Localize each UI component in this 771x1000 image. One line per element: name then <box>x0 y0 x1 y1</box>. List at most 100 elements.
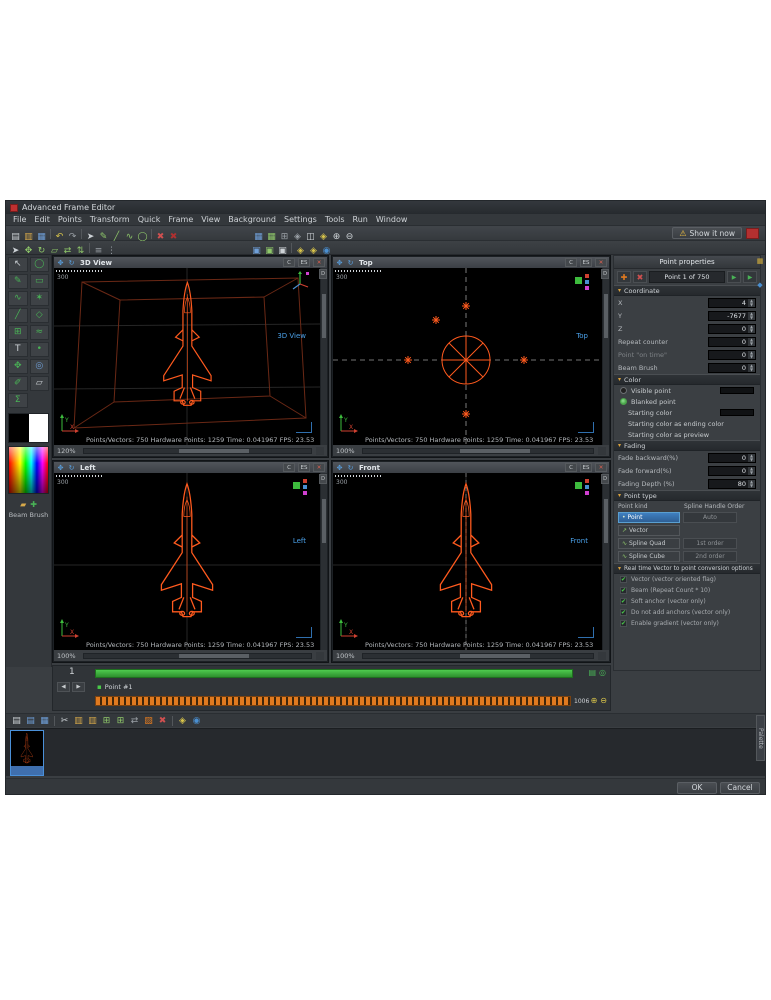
visible-point-radio[interactable] <box>620 387 627 394</box>
copy-icon[interactable]: ▥ <box>72 715 85 727</box>
es-button[interactable]: ES <box>580 258 592 267</box>
es-button[interactable]: ES <box>298 258 310 267</box>
horizontal-scrollbar[interactable] <box>83 448 312 454</box>
repeat-counter-input[interactable]: 0▲▼ <box>708 337 756 347</box>
rectangle-tool[interactable]: ▭ <box>30 274 50 289</box>
cut-icon[interactable]: ✂ <box>58 715 71 727</box>
point-tool[interactable]: • <box>30 342 50 357</box>
scroll-thumb[interactable] <box>322 499 326 543</box>
line-tool[interactable]: ╱ <box>8 308 28 323</box>
frame-thumbnail-selected[interactable] <box>10 730 44 776</box>
center-button[interactable]: C <box>283 258 295 267</box>
scroll-thumb[interactable] <box>322 294 326 338</box>
es-button[interactable]: ES <box>580 463 592 472</box>
star-tool[interactable]: ✶ <box>30 291 50 306</box>
frame-strip[interactable] <box>6 728 765 776</box>
timeline-zoom-out-icon[interactable]: ⊖ <box>600 696 607 705</box>
scroll-thumb[interactable] <box>460 654 530 658</box>
timeline-track-bar[interactable] <box>95 669 573 678</box>
colors-icon[interactable]: ▨ <box>142 715 155 727</box>
next-point-button[interactable]: ▶ <box>72 682 85 692</box>
x-input[interactable]: 4▲▼ <box>708 298 756 308</box>
color-palette[interactable] <box>8 446 49 494</box>
show-it-now-button[interactable]: ⚠ Show it now <box>672 227 742 239</box>
delete-icon[interactable]: ✖ <box>156 715 169 727</box>
reverse-icon[interactable]: ⇄ <box>128 715 141 727</box>
rotate-icon[interactable]: ↻ <box>67 464 76 472</box>
close-viewport-button[interactable]: ✕ <box>313 258 325 267</box>
zoom-tool[interactable]: ◎ <box>30 359 50 374</box>
scroll-thumb[interactable] <box>179 654 249 658</box>
polygon-tool[interactable]: ◇ <box>30 308 50 323</box>
starting-color-swatch[interactable] <box>720 409 754 416</box>
palette-side-icon[interactable]: ▦ <box>757 257 764 265</box>
info-icon[interactable]: ◉ <box>190 715 203 727</box>
dock-button[interactable]: D <box>601 474 609 484</box>
fade-forward-input[interactable]: 0▲▼ <box>708 466 756 476</box>
checkbox-vector-vector-oriented-flag-[interactable]: ✔ <box>620 576 627 583</box>
vertical-scrollbar[interactable] <box>602 473 609 650</box>
scroll-thumb[interactable] <box>179 449 249 453</box>
delete-point-button[interactable]: ✖ <box>633 271 647 283</box>
checkbox-do-not-add-anchors-vector-only-[interactable]: ✔ <box>620 609 627 616</box>
palette-side-tab[interactable]: Palette <box>756 715 765 761</box>
paste-icon[interactable]: ▥ <box>86 715 99 727</box>
sum-tool[interactable]: Σ <box>8 393 28 408</box>
horizontal-scrollbar[interactable] <box>362 653 594 659</box>
close-viewport-button[interactable]: ✕ <box>313 463 325 472</box>
white-swatch[interactable] <box>29 414 49 442</box>
ellipse-tool[interactable]: ◯ <box>30 257 50 272</box>
scroll-thumb[interactable] <box>604 499 608 543</box>
point-selector[interactable]: Point 1 of 750 <box>649 271 725 283</box>
section-point-type[interactable]: ▾ Point type <box>614 490 760 501</box>
section-coordinate[interactable]: ▾ Coordinate <box>614 285 760 296</box>
black-swatch[interactable] <box>9 414 29 442</box>
emergency-stop-button[interactable] <box>746 228 759 239</box>
target-icon[interactable]: ◎ <box>599 668 606 677</box>
save-icon[interactable]: ▦ <box>38 715 51 727</box>
film-icon[interactable]: ▤ <box>588 668 596 677</box>
add-point-button[interactable]: ✚ <box>617 271 631 283</box>
add-brush-icon[interactable]: ✚ <box>30 500 37 509</box>
beam-brush-input[interactable]: 0▲▼ <box>708 363 756 373</box>
dock-button[interactable]: D <box>319 269 327 279</box>
wave-tool[interactable]: ≈ <box>30 325 50 340</box>
rotate-icon[interactable]: ↻ <box>346 259 355 267</box>
order-auto-button[interactable]: Auto <box>683 512 737 523</box>
play-button[interactable]: ▶ <box>727 271 741 283</box>
vertical-scrollbar[interactable] <box>320 268 327 445</box>
vertical-scrollbar[interactable] <box>320 473 327 650</box>
rotate-icon[interactable]: ↻ <box>67 259 76 267</box>
pen-tool[interactable]: ✎ <box>8 274 28 289</box>
point-kind-vector-button[interactable]: ↗Vector <box>618 525 680 536</box>
close-viewport-button[interactable]: ✕ <box>595 463 607 472</box>
z-input[interactable]: 0▲▼ <box>708 324 756 334</box>
section-conversion-options[interactable]: ▾ Real time Vector to point conversion o… <box>614 563 760 574</box>
blanked-point-radio[interactable] <box>620 398 627 405</box>
cancel-button[interactable]: Cancel <box>720 782 760 794</box>
new-frame-icon[interactable]: ▤ <box>10 715 23 727</box>
pan-icon[interactable]: ✥ <box>335 464 344 472</box>
visible-color-swatch[interactable] <box>720 387 754 394</box>
select-tool[interactable]: ↖ <box>8 257 28 272</box>
pan-icon[interactable]: ✥ <box>56 464 65 472</box>
eraser-tool[interactable]: ▱ <box>30 376 50 391</box>
dock-button[interactable]: D <box>319 474 327 484</box>
fading-depth-input[interactable]: 80▲▼ <box>708 479 756 489</box>
dock-button[interactable]: D <box>601 269 609 279</box>
viewport-left-canvas[interactable]: 300 Left Points/Vectors: 750 Hardware Po… <box>54 473 320 650</box>
menu-item-view[interactable]: View <box>197 215 224 224</box>
point-kind-spline-cube-button[interactable]: ∿Spline Cube <box>618 551 680 562</box>
lock-icon[interactable]: ◈ <box>176 715 189 727</box>
order-1st-button[interactable]: 1st order <box>683 538 737 549</box>
viewport-top-canvas[interactable]: 300 Top Points/Vectors: 750 Hardware Poi… <box>333 268 602 445</box>
beam-brush-icon[interactable]: ▰ <box>20 500 26 509</box>
duplicate-frame-icon[interactable]: ▤ <box>24 715 37 727</box>
scroll-thumb[interactable] <box>460 449 530 453</box>
es-button[interactable]: ES <box>298 463 310 472</box>
curve-tool[interactable]: ∿ <box>8 291 28 306</box>
fade-backward-input[interactable]: 0▲▼ <box>708 453 756 463</box>
pan-icon[interactable]: ✥ <box>335 259 344 267</box>
order-2nd-button[interactable]: 2nd order <box>683 551 737 562</box>
viewport-3d-canvas[interactable]: 300 3D View Points/Vectors: 750 Hardware… <box>54 268 320 445</box>
